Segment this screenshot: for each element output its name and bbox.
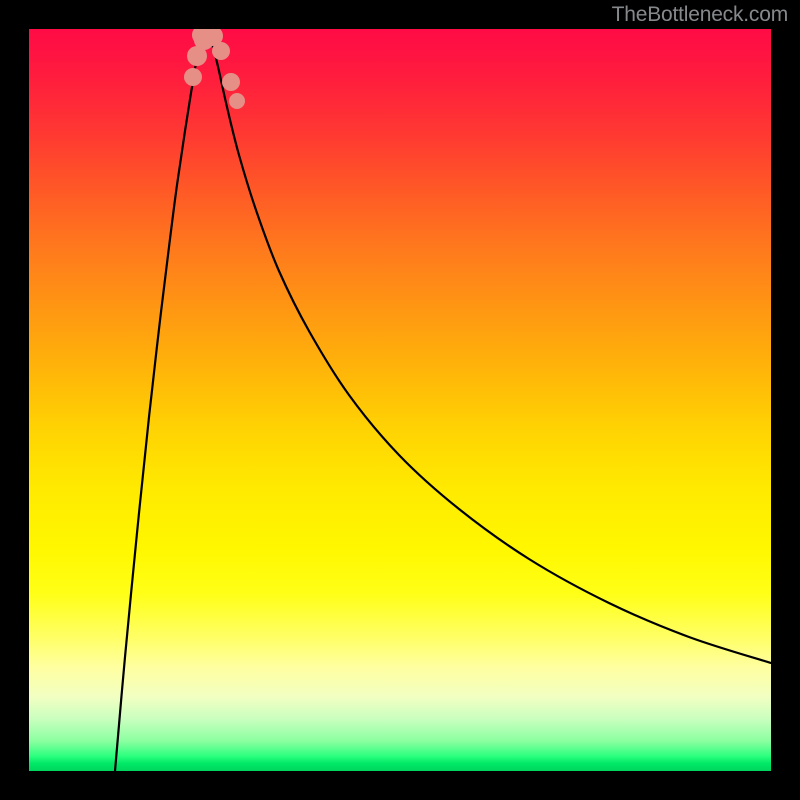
cusp-marker [212,42,230,60]
cusp-marker [229,93,245,109]
curve-layer [29,29,771,771]
cusp-marker [184,68,202,86]
left-curve [115,34,213,771]
cusp-marker-group [184,29,245,109]
cusp-marker [222,73,240,91]
watermark-text: TheBottleneck.com [612,3,788,27]
chart-frame: TheBottleneck.com [0,0,800,800]
plot-area [29,29,771,771]
right-curve [213,46,771,663]
